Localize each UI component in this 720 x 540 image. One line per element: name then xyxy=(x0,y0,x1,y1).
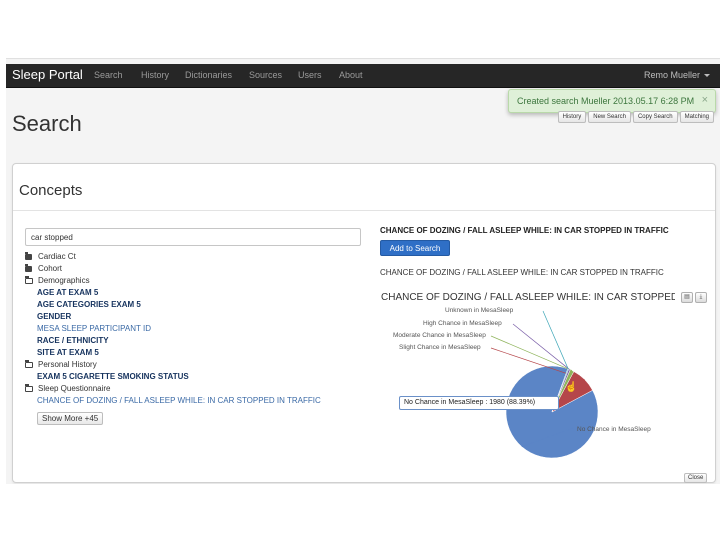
close-button[interactable]: Close xyxy=(684,473,708,483)
matching-button[interactable]: Matching xyxy=(679,111,714,123)
pie-leader-line xyxy=(490,335,573,371)
tree-item-selected[interactable]: CHANCE OF DOZING / FALL ASLEEP WHILE: IN… xyxy=(37,396,321,405)
user-menu[interactable]: Remo Mueller xyxy=(644,70,710,80)
concepts-title: Concepts xyxy=(19,182,83,199)
folder-open-icon xyxy=(25,275,33,284)
folder-open-icon xyxy=(25,359,33,368)
cursor-icon: ☝ xyxy=(565,382,578,393)
copy-search-button[interactable]: Copy Search xyxy=(632,111,678,123)
page-title: Search xyxy=(12,111,82,136)
pie-label-high: High Chance in MesaSleep xyxy=(423,320,502,327)
tree-folder-sleep-questionnaire[interactable]: Sleep Questionnaire xyxy=(25,383,111,393)
caret-down-icon xyxy=(704,74,710,78)
tree-folder-demographics[interactable]: Demographics xyxy=(25,275,90,285)
folder-open-icon xyxy=(25,383,33,392)
chart-tooltip: No Chance in MesaSleep : 1980 (88.39%) xyxy=(399,396,559,410)
tree-item[interactable]: SITE AT EXAM 5 xyxy=(37,348,99,357)
navbar: Sleep Portal Search History Dictionaries… xyxy=(6,64,720,88)
concepts-panel: Concepts Cardiac Ct Cohort Demographics … xyxy=(12,163,716,483)
pie-label-slight: Slight Chance in MesaSleep xyxy=(399,344,481,351)
brand-logo[interactable]: Sleep Portal xyxy=(12,67,83,82)
chart-title: CHANCE OF DOZING / FALL ASLEEP WHILE: IN… xyxy=(381,292,675,303)
pie-leader-line xyxy=(542,310,569,370)
divider xyxy=(13,210,715,211)
nav-history[interactable]: History xyxy=(141,70,169,80)
nav-users[interactable]: Users xyxy=(298,70,322,80)
nav-dictionaries[interactable]: Dictionaries xyxy=(185,70,232,80)
tree-item[interactable]: AGE AT EXAM 5 xyxy=(37,288,98,297)
tree-item[interactable]: RACE / ETHNICITY xyxy=(37,336,109,345)
success-toast: Created search Mueller 2013.05.17 6:28 P… xyxy=(508,89,716,113)
print-icon[interactable]: ▤ xyxy=(681,292,693,303)
tree-item[interactable]: EXAM 5 CIGARETTE SMOKING STATUS xyxy=(37,372,189,381)
user-name: Remo Mueller xyxy=(643,70,700,80)
app-window: Sleep Portal Search History Dictionaries… xyxy=(6,58,720,484)
folder-icon xyxy=(25,263,32,272)
tree-folder-personal-history[interactable]: Personal History xyxy=(25,359,97,369)
close-icon[interactable]: × xyxy=(702,94,708,106)
tree-folder-cohort[interactable]: Cohort xyxy=(25,263,62,273)
search-actions: History New Search Copy Search Matching xyxy=(557,111,714,123)
pie-label-no-chance: No Chance in MesaSleep xyxy=(577,426,651,433)
pie-leader-line xyxy=(512,323,570,370)
nav-sources[interactable]: Sources xyxy=(249,70,282,80)
concept-search-input[interactable] xyxy=(25,228,361,246)
tree-item[interactable]: MESA SLEEP PARTICIPANT ID xyxy=(37,324,151,333)
chart-tools: ▤ ⤓ xyxy=(681,292,707,303)
nav-about[interactable]: About xyxy=(339,70,363,80)
pie-label-unknown: Unknown in MesaSleep xyxy=(445,307,514,314)
new-search-button[interactable]: New Search xyxy=(588,111,631,123)
variable-description: CHANCE OF DOZING / FALL ASLEEP WHILE: IN… xyxy=(380,268,664,277)
download-icon[interactable]: ⤓ xyxy=(695,292,707,303)
toast-message: Created search Mueller 2013.05.17 6:28 P… xyxy=(517,96,695,106)
tree-folder-cardiac-ct[interactable]: Cardiac Ct xyxy=(25,251,76,261)
history-button[interactable]: History xyxy=(557,111,587,123)
pie-label-moderate: Moderate Chance in MesaSleep xyxy=(393,332,486,339)
pie-slice[interactable] xyxy=(505,365,599,459)
nav-search[interactable]: Search xyxy=(94,70,123,80)
tree-item[interactable]: GENDER xyxy=(37,312,71,321)
add-to-search-button[interactable]: Add to Search xyxy=(380,240,450,256)
tree-item[interactable]: AGE CATEGORIES EXAM 5 xyxy=(37,300,141,309)
folder-icon xyxy=(25,251,32,260)
show-more-button[interactable]: Show More +45 xyxy=(37,412,104,425)
pie-leader-line xyxy=(521,427,574,448)
pie-leader-line xyxy=(490,347,585,380)
variable-title: CHANCE OF DOZING / FALL ASLEEP WHILE: IN… xyxy=(380,226,669,235)
